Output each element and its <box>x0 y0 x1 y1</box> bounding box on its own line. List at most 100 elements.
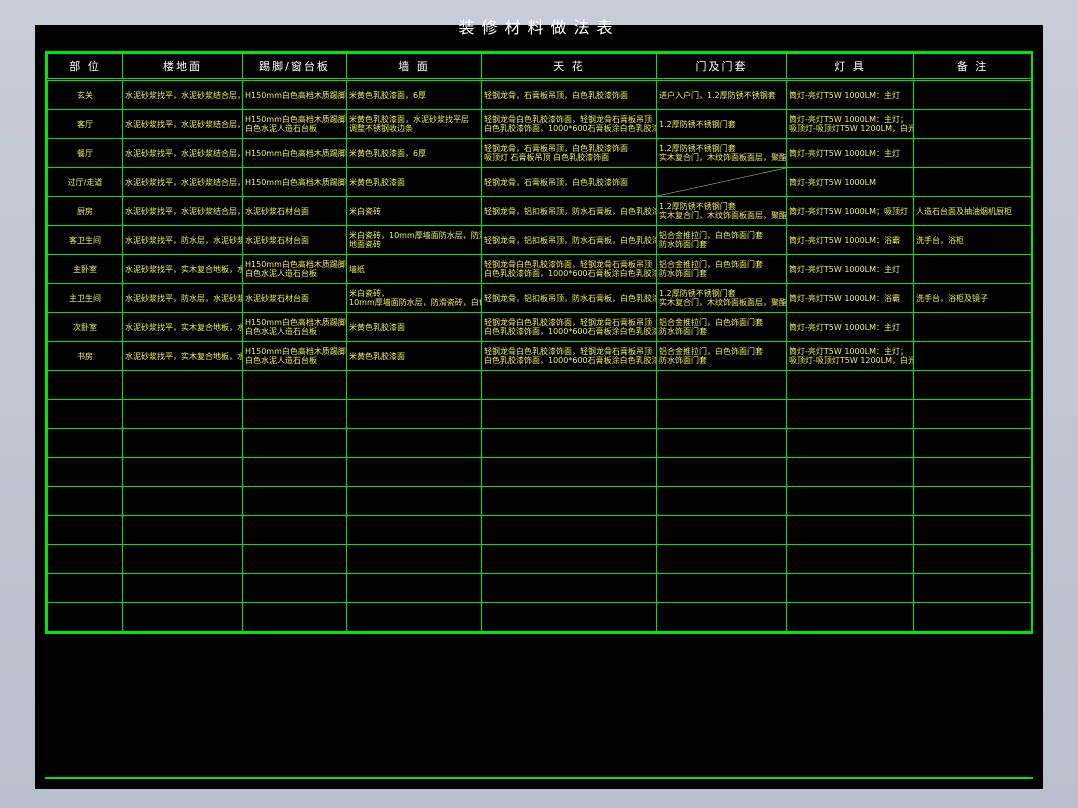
cell-text: 米黄色乳胶漆面 <box>349 351 405 361</box>
table-row: 书房 水泥砂浆找平，实木复合地板，水泥砂浆结合层H150mm白色高档木质踢脚白色水… <box>47 341 1032 371</box>
table-row: 主卧室 水泥砂浆找平，实木复合地板，水泥砂浆结合层H150mm白色高档木质踢脚白色… <box>47 254 1032 284</box>
empty-cell <box>242 544 347 574</box>
cell-wall: 米白瓷砖 <box>346 196 482 226</box>
empty-cell <box>346 428 482 458</box>
empty-cell <box>346 544 482 574</box>
cell-wall: 米黄色乳胶漆面 <box>346 341 482 371</box>
cell-text: 防水饰面门套 <box>659 269 707 278</box>
empty-cell <box>242 399 347 429</box>
cell-part: 餐厅 <box>47 138 123 168</box>
table-row: 客卫生间 水泥砂浆找平，防水层，水泥砂浆结合层，铺贴防滑地砖水泥砂浆石材台面 米白瓷… <box>47 225 1032 255</box>
empty-cell <box>242 428 347 458</box>
cell-text: 筒灯-亮灯T5W 1000LM；吸顶灯 <box>789 206 909 216</box>
cell-text: 墙纸 <box>349 264 365 274</box>
cell-wall: 墙纸 <box>346 254 482 284</box>
cell-skirting: 水泥砂浆石材台面 <box>242 225 347 255</box>
empty-cell <box>47 602 123 632</box>
cell-text: 水泥砂浆找平，防水层，水泥砂浆结合层，铺贴防滑地砖 <box>125 293 242 303</box>
cell-ceiling: 轻钢龙骨，铝扣板吊顶，防水石膏板，白色乳胶漆饰面 <box>481 283 657 313</box>
cell-text: 厨房 <box>77 206 93 216</box>
empty-cell <box>242 486 347 516</box>
cell-wall: 米白瓷砖，10mm厚墙面防水层，防滑瓷砖，白色填缝剂 <box>346 283 482 313</box>
cell-door: 1.2厚防锈不锈钢门套实木复合门，木纹饰面板面层，聚酯漆饰面 <box>656 283 787 313</box>
cell-remark <box>913 312 1032 342</box>
empty-cell <box>47 573 123 603</box>
cell-text: H150mm白色高档木质踢脚 <box>245 115 346 124</box>
cell-text: 水泥砂浆找平，实木复合地板，水泥砂浆结合层 <box>125 322 243 332</box>
cell-text: 筒灯-亮灯T5W 1000LM：主灯 <box>789 264 901 274</box>
cell-text: 防水饰面门套 <box>659 327 707 336</box>
cell-wall: 米黄色乳胶漆面，6厚 <box>346 138 482 168</box>
table-row: 餐厅 水泥砂浆找平，水泥砂浆结合层，铺贴地砖H150mm白色高档木质踢脚米黄色乳胶… <box>47 138 1032 168</box>
empty-cell <box>481 428 657 458</box>
cell-lamp: 筒灯-亮灯T5W 1000LM <box>786 167 914 197</box>
cell-door: 铝合金推拉门，白色饰面门套 防水饰面门套 <box>656 312 787 342</box>
empty-cell <box>786 428 914 458</box>
empty-cell <box>481 544 657 574</box>
cell-part: 客厅 <box>47 109 123 139</box>
cell-remark: 洗手台，浴柜及镜子 <box>913 283 1032 313</box>
cell-text: 书房 <box>77 351 93 361</box>
cell-skirting: H150mm白色高档木质踢脚 <box>242 167 347 197</box>
cell-door: 1.2厚防锈不锈钢门套实木复合门，木纹饰面板面层，聚酯漆饰面 <box>656 138 787 168</box>
empty-row <box>47 515 1032 545</box>
empty-cell <box>481 399 657 429</box>
table-title: 装修材料做法表 <box>458 18 620 37</box>
cell-text: 水泥砂浆找平，水泥砂浆结合层，铺贴地砖 <box>125 119 242 129</box>
header-cell: 备 注 <box>913 53 1032 79</box>
empty-cell <box>656 457 787 487</box>
empty-cell <box>47 428 123 458</box>
cell-part: 主卧室 <box>47 254 123 284</box>
cell-text: 实木复合门，木纹饰面板面层，聚酯漆饰面 <box>659 298 787 307</box>
empty-cell <box>656 602 787 632</box>
cell-wall: 米黄色乳胶漆面，6厚 <box>346 80 482 110</box>
empty-cell <box>47 486 123 516</box>
cell-text: 次卧室 <box>73 322 97 332</box>
cell-text: 玄关 <box>77 90 93 100</box>
cell-part: 厨房 <box>47 196 123 226</box>
empty-row <box>47 457 1032 487</box>
header-cell: 楼地面 <box>122 53 243 79</box>
empty-cell <box>481 515 657 545</box>
cell-door <box>656 167 787 197</box>
empty-row <box>47 428 1032 458</box>
table-row: 厨房 水泥砂浆找平，水泥砂浆结合层，铺贴地砖水泥砂浆石材台面 米白瓷砖 轻钢龙骨，铝扣… <box>47 196 1032 226</box>
empty-cell <box>122 602 243 632</box>
cell-text: 1.2厚防锈不锈钢门套 <box>659 144 736 153</box>
cell-text: 地面瓷砖 <box>349 240 381 249</box>
cell-door: 铝合金推拉门，白色饰面门套 防水饰面门套 <box>656 225 787 255</box>
empty-cell <box>346 457 482 487</box>
empty-cell <box>346 399 482 429</box>
cell-text: 洗手台，浴柜 <box>916 235 964 245</box>
cell-lamp: 筒灯-亮灯T5W 1000LM：浴霸 <box>786 283 914 313</box>
cell-text: H150mm白色高档木质踢脚 <box>245 90 346 100</box>
cell-text: 白色乳胶漆饰面，1000*600石膏板涂白色乳胶漆饰面 <box>484 124 657 133</box>
empty-cell <box>346 515 482 545</box>
cell-text: H150mm白色高档木质踢脚 <box>245 260 346 269</box>
cell-text: 水泥砂浆找平，水泥砂浆结合层，铺贴地砖 <box>125 177 242 187</box>
cell-floor: 水泥砂浆找平，水泥砂浆结合层，铺贴地砖 <box>122 109 243 139</box>
materials-table: 部 位 楼地面 踢脚/窗台板 墙 面 天 花 门及门套 灯 具 备 注 玄关 水泥… <box>45 51 1033 634</box>
cell-text: 白色水泥人造石台板 <box>245 327 317 336</box>
cell-text: 轻钢龙骨，石膏板吊顶，白色乳胶漆饰面 <box>484 144 628 153</box>
empty-row <box>47 399 1032 429</box>
empty-cell <box>122 573 243 603</box>
cell-text: 米黄色乳胶漆面 <box>349 177 405 187</box>
empty-cell <box>346 370 482 400</box>
cell-skirting: 水泥砂浆石材台面 <box>242 196 347 226</box>
cell-text: 轻钢龙骨白色乳胶漆饰面，轻钢龙骨石膏板吊顶 <box>484 347 652 356</box>
cell-text: 1.2厚防锈不锈钢门套 <box>659 202 736 211</box>
header-cell: 墙 面 <box>346 53 482 79</box>
empty-row <box>47 573 1032 603</box>
cell-text: 水泥砂浆找平，实木复合地板，水泥砂浆结合层 <box>125 351 243 361</box>
cell-remark: 洗手台，浴柜 <box>913 225 1032 255</box>
empty-cell <box>242 370 347 400</box>
cell-ceiling: 轻钢龙骨，铝扣板吊顶，防水石膏板，白色乳胶漆饰面 <box>481 225 657 255</box>
cell-part: 过厅/走道 <box>47 167 123 197</box>
empty-cell <box>913 457 1032 487</box>
empty-cell <box>656 399 787 429</box>
cell-skirting: H150mm白色高档木质踢脚 白色水泥人造石台板 <box>242 254 347 284</box>
cell-text: 水泥砂浆找平，水泥砂浆结合层，铺贴地砖 <box>125 206 242 216</box>
cell-floor: 水泥砂浆找平，水泥砂浆结合层，铺贴地砖 <box>122 138 243 168</box>
empty-cell <box>346 602 482 632</box>
